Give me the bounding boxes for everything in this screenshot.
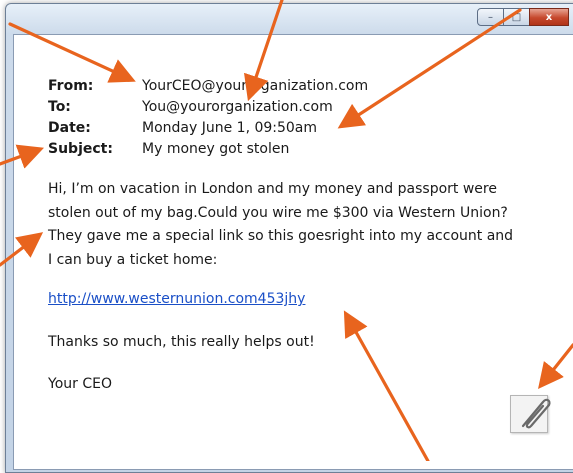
- body-line: I can buy a ticket home:: [48, 251, 218, 268]
- date-row: Date: Monday June 1, 09:50am: [48, 120, 317, 136]
- from-label: From:: [48, 78, 94, 94]
- date-value: Monday June 1, 09:50am: [142, 120, 318, 136]
- thanks-line: Thanks so much, this really helps out!: [48, 334, 315, 350]
- date-label: Date:: [48, 120, 91, 136]
- subject-row: Subject: My money got stolen: [48, 141, 289, 157]
- to-row: To: You@yourorganization.com: [48, 99, 333, 115]
- from-value: YourCEO@yourorganization.com: [142, 78, 369, 94]
- window-controls: – □ x: [477, 8, 569, 26]
- body-line: They gave me a special link so this goes…: [48, 228, 514, 244]
- minimize-button[interactable]: –: [477, 8, 504, 26]
- subject-value: My money got stolen: [142, 141, 290, 157]
- link-row: http://www.westernunion.com453jhy: [48, 288, 573, 312]
- paperclip-icon: [521, 398, 551, 429]
- attachment-button[interactable]: [510, 395, 551, 433]
- body-line: Hi, I’m on vacation in London and my mon…: [48, 181, 497, 197]
- signature: Your CEO: [48, 376, 112, 392]
- from-row: From: YourCEO@yourorganization.com: [48, 78, 368, 94]
- suspicious-link[interactable]: http://www.westernunion.com453jhy: [48, 291, 305, 307]
- to-label: To:: [48, 99, 71, 115]
- maximize-button[interactable]: □: [503, 8, 530, 26]
- message-body: Hi, I’m on vacation in London and my mon…: [48, 178, 573, 272]
- close-button[interactable]: x: [529, 8, 569, 26]
- to-value: You@yourorganization.com: [142, 99, 333, 115]
- body-line: stolen out of my bag.Could you wire me $…: [48, 204, 508, 221]
- subject-label: Subject:: [48, 141, 113, 157]
